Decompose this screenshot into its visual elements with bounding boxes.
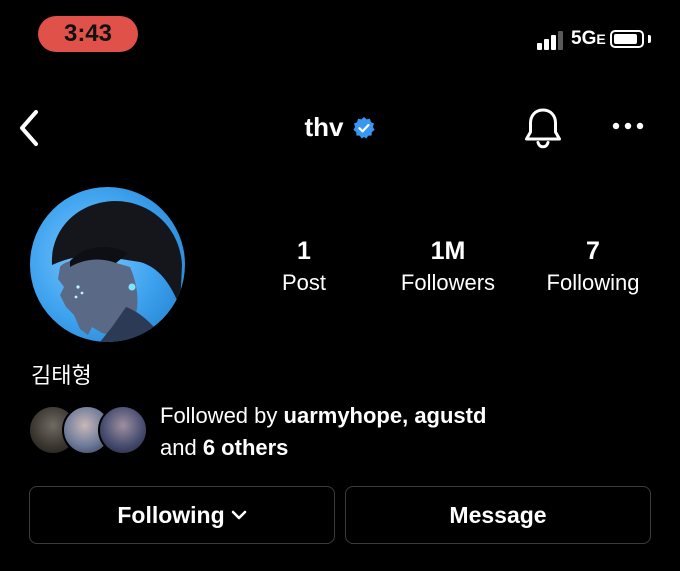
stat-followers-label: Followers <box>400 270 496 295</box>
network-indicator: 5GE <box>571 28 606 50</box>
stat-posts[interactable]: 1 Post <box>244 236 364 298</box>
profile-avatar[interactable] <box>30 187 185 342</box>
stat-following-label: Following <box>546 270 640 295</box>
battery-icon <box>610 30 644 48</box>
stat-posts-label: Post <box>281 270 327 295</box>
following-button[interactable]: Following <box>29 486 335 544</box>
notifications-button[interactable] <box>520 104 566 150</box>
stat-followers[interactable]: 1M Followers <box>388 236 508 298</box>
followed-by-names: uarmyhope, agustd <box>283 403 487 428</box>
stat-followers-value: 1M <box>430 237 466 265</box>
followed-by-and: and <box>160 435 203 460</box>
followed-by-others: 6 others <box>202 435 289 460</box>
status-time: 3:43 <box>38 16 138 52</box>
status-time-text: 3:43 <box>63 20 113 47</box>
chevron-down-icon <box>231 510 246 520</box>
battery-fill <box>614 34 637 44</box>
more-icon <box>612 122 644 130</box>
message-button[interactable]: Message <box>345 486 651 544</box>
network-suffix: E <box>596 31 606 47</box>
signal-icon <box>537 28 567 50</box>
stat-following[interactable]: 7 Following <box>533 236 653 298</box>
followed-by-line-1: Followed by uarmyhope, agustd <box>160 400 486 432</box>
following-button-label: Following <box>117 501 225 528</box>
message-button-label: Message <box>449 501 547 528</box>
followed-by-text[interactable]: Followed by uarmyhope, agustd and 6 othe… <box>160 400 486 464</box>
stat-posts-value: 1 <box>297 237 311 265</box>
mutual-avatar-3 <box>98 405 148 455</box>
username: thv <box>304 112 344 142</box>
followed-by-line-2: and 6 others <box>160 432 486 464</box>
mutual-followers-avatars[interactable] <box>28 405 150 457</box>
stat-following-value: 7 <box>586 237 600 265</box>
display-name: 김태형 <box>31 363 92 388</box>
bell-icon <box>525 108 561 149</box>
avatar-portrait-image <box>51 201 182 342</box>
verified-badge-icon <box>352 116 375 139</box>
more-options-button[interactable] <box>608 114 648 138</box>
profile-header-title: thv <box>0 112 680 143</box>
battery-cap <box>648 35 651 43</box>
network-main: 5G <box>571 28 597 49</box>
followed-by-prefix: Followed by <box>160 403 284 428</box>
